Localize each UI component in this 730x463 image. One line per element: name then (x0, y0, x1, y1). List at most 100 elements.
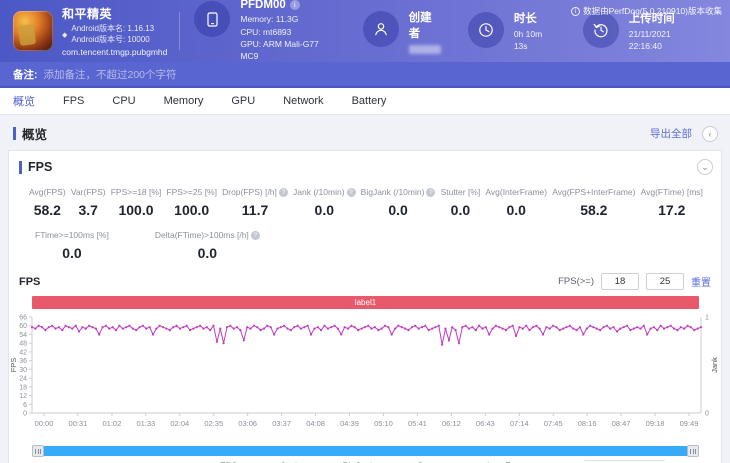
help-icon[interactable]: ? (250, 230, 260, 240)
svg-text:01:33: 01:33 (136, 419, 155, 428)
history-icon (582, 11, 619, 48)
section-accent-bar (13, 127, 16, 140)
svg-text:08:16: 08:16 (578, 419, 597, 428)
tab-battery[interactable]: Battery (352, 95, 387, 107)
report-header: i 数据由PerfDog(5.0.210910)版本收集 和平精英 ◆ Andr… (0, 0, 730, 62)
metric-label: Jank (/10min) (293, 187, 345, 197)
help-icon[interactable]: ? (346, 187, 356, 197)
reset-link[interactable]: 重置 (691, 274, 711, 289)
partial-element-border (585, 460, 665, 461)
metric-label: Avg(InterFrame) (485, 187, 548, 197)
chart-range-scrollbar[interactable] (32, 445, 699, 457)
metric-label: Avg(FPS) (29, 187, 66, 197)
tab-network[interactable]: Network (283, 95, 323, 107)
fps-threshold-input-2[interactable] (646, 273, 684, 290)
svg-text:54: 54 (19, 332, 27, 339)
help-icon[interactable]: ? (426, 187, 436, 197)
fps-chart[interactable]: 0 6 12 18 24 30 36 42 48 54 60 66 0 1 FPS Jank 00:00 00:3… (9, 309, 721, 444)
device-info: PFDM00 i Memory: 11.3G CPU: mt6893 GPU: … (194, 0, 336, 63)
svg-text:03:37: 03:37 (272, 419, 291, 428)
duration-info: 时长 0h 10m 13s (467, 10, 557, 53)
range-handle-left[interactable] (32, 445, 44, 457)
section-accent-bar (19, 160, 22, 174)
note-placeholder: 添加备注，不超过200个字符 (43, 68, 177, 81)
svg-text:05:41: 05:41 (408, 419, 427, 428)
metric-label: Stutter [%] (440, 187, 481, 197)
svg-text:08:47: 08:47 (612, 419, 631, 428)
fps-panel: ⌄ FPS Avg(FPS) 58.2 Var(FPS) 3.7 FPS>=18 [… (8, 150, 722, 463)
data-source-text: 数据由PerfDog(5.0.210910)版本收集 (583, 6, 722, 16)
app-name: 和平精英 (62, 7, 113, 22)
svg-text:05:10: 05:10 (374, 419, 393, 428)
header-divider (179, 12, 181, 50)
fps-threshold-input-1[interactable] (601, 273, 639, 290)
metric-label: FPS>=25 [%] (166, 187, 217, 197)
svg-text:09:18: 09:18 (646, 419, 665, 428)
metric-value: 100.0 (174, 202, 210, 218)
tab-memory[interactable]: Memory (164, 95, 204, 107)
svg-text:48: 48 (19, 341, 27, 348)
svg-text:06:12: 06:12 (442, 419, 461, 428)
svg-text:60: 60 (19, 323, 27, 330)
svg-text:24: 24 (19, 376, 27, 383)
clock-icon (467, 11, 504, 48)
metric-value: 3.7 (78, 202, 98, 218)
metric-label: FPS>=18 [%] (110, 187, 162, 197)
svg-text:07:45: 07:45 (544, 419, 563, 428)
tab-gpu[interactable]: GPU (231, 95, 255, 107)
duration-label: 时长 (513, 12, 537, 25)
export-all-link[interactable]: 导出全部 (650, 126, 692, 141)
metric-label: FTime>=100ms [%] (35, 230, 109, 240)
tab-fps[interactable]: FPS (63, 95, 84, 107)
svg-text:02:35: 02:35 (204, 419, 223, 428)
svg-text:6: 6 (23, 402, 27, 409)
range-handle-right[interactable] (687, 445, 699, 457)
svg-text:00:31: 00:31 (69, 419, 88, 428)
svg-text:FPS: FPS (9, 358, 18, 373)
metric-value: 17.2 (658, 202, 686, 218)
svg-text:18: 18 (19, 384, 27, 391)
collapse-left-button[interactable]: ‹ (702, 125, 718, 142)
device-info-icon[interactable]: i (289, 0, 300, 11)
game-app-icon (13, 11, 53, 51)
device-model: PFDM00 (240, 0, 286, 12)
svg-text:01:02: 01:02 (103, 419, 122, 428)
svg-text:42: 42 (19, 349, 27, 356)
device-memory: Memory: 11.3G (240, 14, 299, 25)
metric-label: Avg(FTime) [ms] (640, 187, 703, 197)
metric-label: Drop(FPS) [/h] (222, 187, 277, 197)
svg-text:04:08: 04:08 (306, 419, 325, 428)
tab-cpu[interactable]: CPU (112, 95, 135, 107)
svg-text:07:14: 07:14 (510, 419, 529, 428)
metric-value: 58.2 (580, 202, 608, 218)
phone-icon (194, 1, 231, 38)
android-version-name: Android版本名: 1.16.13 (71, 24, 155, 34)
info-icon: i (571, 6, 581, 16)
metric-value: 100.0 (118, 202, 154, 218)
svg-text:06:43: 06:43 (476, 419, 495, 428)
svg-text:0: 0 (23, 411, 27, 418)
metric-value: 0.0 (62, 245, 82, 261)
data-source-note: i 数据由PerfDog(5.0.210910)版本收集 (571, 5, 722, 17)
svg-text:1: 1 (705, 315, 709, 322)
svg-text:09:49: 09:49 (680, 419, 699, 428)
svg-text:00:00: 00:00 (35, 419, 54, 428)
app-package: com.tencent.tmgp.pubgmhd (62, 46, 168, 57)
fps-metrics-row1: Avg(FPS) 58.2 Var(FPS) 3.7 FPS>=18 [%] 100.… (9, 174, 721, 218)
help-icon[interactable]: ? (278, 187, 288, 197)
note-bar[interactable]: 备注: 添加备注，不超过200个字符 (0, 62, 730, 88)
svg-text:04:39: 04:39 (340, 419, 359, 428)
android-version-code: Android版本号: 10000 (71, 34, 150, 44)
tab-overview[interactable]: 概览 (13, 93, 35, 109)
fps-threshold-label: FPS(>=) (558, 276, 594, 287)
metric-value: 0.0 (197, 245, 218, 261)
metric-label: Delta(FTime)>100ms [/h] (154, 230, 249, 240)
note-label: 备注: (13, 68, 38, 81)
svg-text:36: 36 (19, 358, 27, 365)
collapse-panel-button[interactable]: ⌄ (697, 159, 713, 175)
duration-value: 0h 10m 13s (513, 28, 543, 51)
metric-value: 0.0 (388, 202, 408, 218)
svg-text:Jank: Jank (710, 357, 719, 373)
device-gpu: GPU: ARM Mali-G77 MC9 (240, 39, 319, 62)
fps-line-chart[interactable]: 061218243036424854606601FPS Jank00:00 00:3… (9, 309, 723, 439)
